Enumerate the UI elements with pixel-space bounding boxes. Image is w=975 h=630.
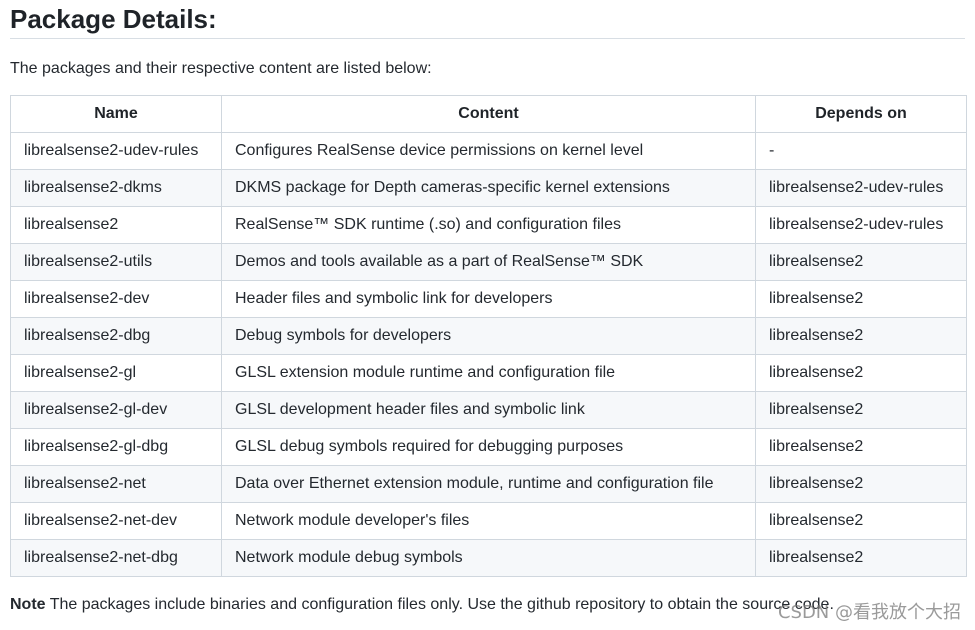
cell-content: GLSL development header files and symbol…: [221, 391, 756, 429]
table-header-row: Name Content Depends on: [10, 95, 967, 133]
column-header-depends-on: Depends on: [755, 95, 967, 133]
cell-depends-on: librealsense2: [755, 280, 967, 318]
note-label: Note: [10, 596, 46, 613]
note-text: The packages include binaries and config…: [45, 596, 834, 613]
cell-content: Header files and symbolic link for devel…: [221, 280, 756, 318]
cell-content: GLSL debug symbols required for debuggin…: [221, 428, 756, 466]
cell-depends-on: librealsense2: [755, 354, 967, 392]
cell-content: DKMS package for Depth cameras-specific …: [221, 169, 756, 207]
table-row: librealsense2-udev-rules Configures Real…: [10, 132, 967, 170]
cell-package-name: librealsense2-gl-dev: [10, 391, 222, 429]
column-header-name: Name: [10, 95, 222, 133]
column-header-content: Content: [221, 95, 756, 133]
watermark: CSDN @看我放个大招: [777, 602, 961, 623]
cell-package-name: librealsense2-dkms: [10, 169, 222, 207]
table-row: librealsense2-net-dbg Network module deb…: [10, 539, 967, 577]
cell-package-name: librealsense2-net-dev: [10, 502, 222, 540]
cell-package-name: librealsense2-gl: [10, 354, 222, 392]
cell-content: Demos and tools available as a part of R…: [221, 243, 756, 281]
cell-depends-on: -: [755, 132, 967, 170]
cell-depends-on: librealsense2: [755, 465, 967, 503]
table-row: librealsense2-dkms DKMS package for Dept…: [10, 169, 967, 207]
table-row: librealsense2 RealSense™ SDK runtime (.s…: [10, 206, 967, 244]
cell-content: RealSense™ SDK runtime (.so) and configu…: [221, 206, 756, 244]
cell-package-name: librealsense2-utils: [10, 243, 222, 281]
cell-content: Configures RealSense device permissions …: [221, 132, 756, 170]
table-row: librealsense2-dbg Debug symbols for deve…: [10, 317, 967, 355]
table-row: librealsense2-dev Header files and symbo…: [10, 280, 967, 318]
cell-depends-on: librealsense2-udev-rules: [755, 169, 967, 207]
table-row: librealsense2-net Data over Ethernet ext…: [10, 465, 967, 503]
cell-content: Network module debug symbols: [221, 539, 756, 577]
cell-content: Network module developer's files: [221, 502, 756, 540]
cell-content: Data over Ethernet extension module, run…: [221, 465, 756, 503]
cell-depends-on: librealsense2: [755, 539, 967, 577]
cell-depends-on: librealsense2: [755, 317, 967, 355]
packages-table: Name Content Depends on librealsense2-ud…: [10, 95, 967, 577]
section-heading: Package Details:: [10, 0, 965, 39]
cell-package-name: librealsense2: [10, 206, 222, 244]
table-row: librealsense2-net-dev Network module dev…: [10, 502, 967, 540]
table-row: librealsense2-utils Demos and tools avai…: [10, 243, 967, 281]
table-row: librealsense2-gl GLSL extension module r…: [10, 354, 967, 392]
cell-depends-on: librealsense2: [755, 502, 967, 540]
cell-package-name: librealsense2-gl-dbg: [10, 428, 222, 466]
table-row: librealsense2-gl-dev GLSL development he…: [10, 391, 967, 429]
intro-text: The packages and their respective conten…: [10, 60, 432, 77]
cell-package-name: librealsense2-net-dbg: [10, 539, 222, 577]
cell-depends-on: librealsense2-udev-rules: [755, 206, 967, 244]
cell-package-name: librealsense2-dev: [10, 280, 222, 318]
cell-depends-on: librealsense2: [755, 391, 967, 429]
cell-package-name: librealsense2-dbg: [10, 317, 222, 355]
cell-depends-on: librealsense2: [755, 243, 967, 281]
cell-package-name: librealsense2-udev-rules: [10, 132, 222, 170]
cell-content: GLSL extension module runtime and config…: [221, 354, 756, 392]
page: Package Details: The packages and their …: [0, 0, 975, 630]
table-row: librealsense2-gl-dbg GLSL debug symbols …: [10, 428, 967, 466]
cell-content: Debug symbols for developers: [221, 317, 756, 355]
cell-package-name: librealsense2-net: [10, 465, 222, 503]
cell-depends-on: librealsense2: [755, 428, 967, 466]
